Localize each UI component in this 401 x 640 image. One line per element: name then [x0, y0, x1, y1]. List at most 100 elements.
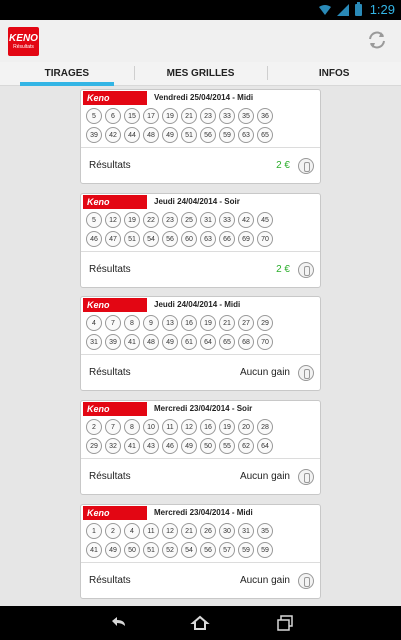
number-ball: 44 [124, 127, 140, 143]
number-ball: 8 [124, 419, 140, 435]
recent-apps-icon[interactable] [275, 613, 295, 633]
ticket-icon[interactable] [298, 469, 314, 485]
drawn-numbers: 2 7 8 10 11 12 16 19 20 28 29 32 41 43 4… [81, 417, 320, 454]
number-ball: 1 [86, 523, 102, 539]
clock: 1:29 [369, 2, 395, 17]
number-ball: 12 [162, 523, 178, 539]
number-ball: 5 [86, 108, 102, 124]
number-ball: 16 [181, 315, 197, 331]
ticket-icon[interactable] [298, 573, 314, 589]
number-ball: 68 [238, 334, 254, 350]
draw-list[interactable]: Keno Vendredi 25/04/2014 - Midi 5 6 15 1… [0, 87, 401, 607]
number-ball: 56 [200, 542, 216, 558]
number-ball: 69 [238, 231, 254, 247]
signal-icon [336, 3, 349, 16]
number-ball: 64 [257, 438, 273, 454]
number-ball: 70 [257, 334, 273, 350]
number-ball: 50 [124, 542, 140, 558]
tab-mes-grilles[interactable]: MES GRILLES [133, 62, 268, 85]
drawn-numbers: 4 7 8 9 13 16 19 21 27 29 31 39 41 48 49… [81, 313, 320, 350]
number-ball: 19 [124, 212, 140, 228]
result-row[interactable]: Résultats 2 € [81, 148, 320, 188]
number-ball: 16 [200, 419, 216, 435]
number-ball: 25 [181, 212, 197, 228]
result-label: Résultats [89, 160, 131, 171]
action-bar: KENO Résultats [0, 20, 401, 62]
number-ball: 59 [238, 542, 254, 558]
result-row[interactable]: Résultats 2 € [81, 252, 320, 292]
number-ball: 6 [105, 108, 121, 124]
number-ball: 65 [219, 334, 235, 350]
number-ball: 36 [257, 108, 273, 124]
number-ball: 31 [86, 334, 102, 350]
number-ball: 43 [143, 438, 159, 454]
draw-card[interactable]: Keno Jeudi 24/04/2014 - Soir 5 12 19 22 … [80, 193, 321, 288]
drawn-numbers: 5 6 15 17 19 21 23 33 35 36 39 42 44 48 … [81, 106, 320, 143]
number-ball: 4 [124, 523, 140, 539]
number-ball: 32 [105, 438, 121, 454]
tab-bar: TIRAGES MES GRILLES INFOS [0, 62, 401, 86]
tab-tirages[interactable]: TIRAGES [0, 62, 134, 86]
status-icons: 1:29 [318, 1, 395, 17]
draw-card[interactable]: Keno Mercredi 23/04/2014 - Soir 2 7 8 10… [80, 400, 321, 495]
draw-title: Mercredi 23/04/2014 - Midi [154, 508, 253, 517]
number-ball: 51 [143, 542, 159, 558]
app-logo: KENO Résultats [8, 27, 39, 56]
draw-card[interactable]: Keno Jeudi 24/04/2014 - Midi 4 7 8 9 13 … [80, 296, 321, 391]
result-row[interactable]: Résultats Aucun gain [81, 563, 320, 603]
number-ball: 45 [257, 212, 273, 228]
number-ball: 42 [238, 212, 254, 228]
number-ball: 56 [162, 231, 178, 247]
number-ball: 13 [162, 315, 178, 331]
number-ball: 46 [86, 231, 102, 247]
number-ball: 12 [105, 212, 121, 228]
number-ball: 10 [143, 419, 159, 435]
result-label: Résultats [89, 264, 131, 275]
result-label: Résultats [89, 471, 131, 482]
draw-title: Jeudi 24/04/2014 - Midi [154, 300, 241, 309]
number-ball: 23 [162, 212, 178, 228]
number-ball: 49 [105, 542, 121, 558]
number-ball: 7 [105, 315, 121, 331]
home-icon[interactable] [190, 613, 210, 633]
number-ball: 19 [162, 108, 178, 124]
number-ball: 9 [143, 315, 159, 331]
keno-badge: Keno [83, 91, 147, 105]
number-ball: 56 [200, 127, 216, 143]
number-ball: 70 [257, 231, 273, 247]
number-ball: 17 [143, 108, 159, 124]
drawn-numbers: 1 2 4 11 12 21 26 30 31 35 41 49 50 51 5… [81, 521, 320, 558]
keno-badge: Keno [83, 402, 147, 416]
result-value: 2 € [276, 264, 290, 275]
tab-infos[interactable]: INFOS [267, 62, 401, 85]
logo-subtext: Résultats [13, 43, 34, 50]
number-ball: 23 [200, 108, 216, 124]
number-ball: 51 [124, 231, 140, 247]
number-ball: 65 [257, 127, 273, 143]
number-ball: 54 [143, 231, 159, 247]
back-icon[interactable] [108, 613, 128, 633]
number-ball: 62 [238, 438, 254, 454]
result-label: Résultats [89, 367, 131, 378]
ticket-icon[interactable] [298, 365, 314, 381]
result-row[interactable]: Résultats Aucun gain [81, 355, 320, 395]
draw-card[interactable]: Keno Mercredi 23/04/2014 - Midi 1 2 4 11… [80, 504, 321, 599]
number-ball: 33 [219, 212, 235, 228]
number-ball: 35 [257, 523, 273, 539]
result-label: Résultats [89, 575, 131, 586]
number-ball: 39 [105, 334, 121, 350]
system-nav-bar [0, 606, 401, 640]
number-ball: 33 [219, 108, 235, 124]
number-ball: 46 [162, 438, 178, 454]
number-ball: 20 [238, 419, 254, 435]
draw-card[interactable]: Keno Vendredi 25/04/2014 - Midi 5 6 15 1… [80, 89, 321, 184]
ticket-icon[interactable] [298, 262, 314, 278]
number-ball: 42 [105, 127, 121, 143]
result-row[interactable]: Résultats Aucun gain [81, 459, 320, 499]
number-ball: 8 [124, 315, 140, 331]
ticket-icon[interactable] [298, 158, 314, 174]
number-ball: 11 [143, 523, 159, 539]
refresh-icon[interactable] [365, 28, 389, 52]
number-ball: 61 [181, 334, 197, 350]
number-ball: 21 [181, 523, 197, 539]
